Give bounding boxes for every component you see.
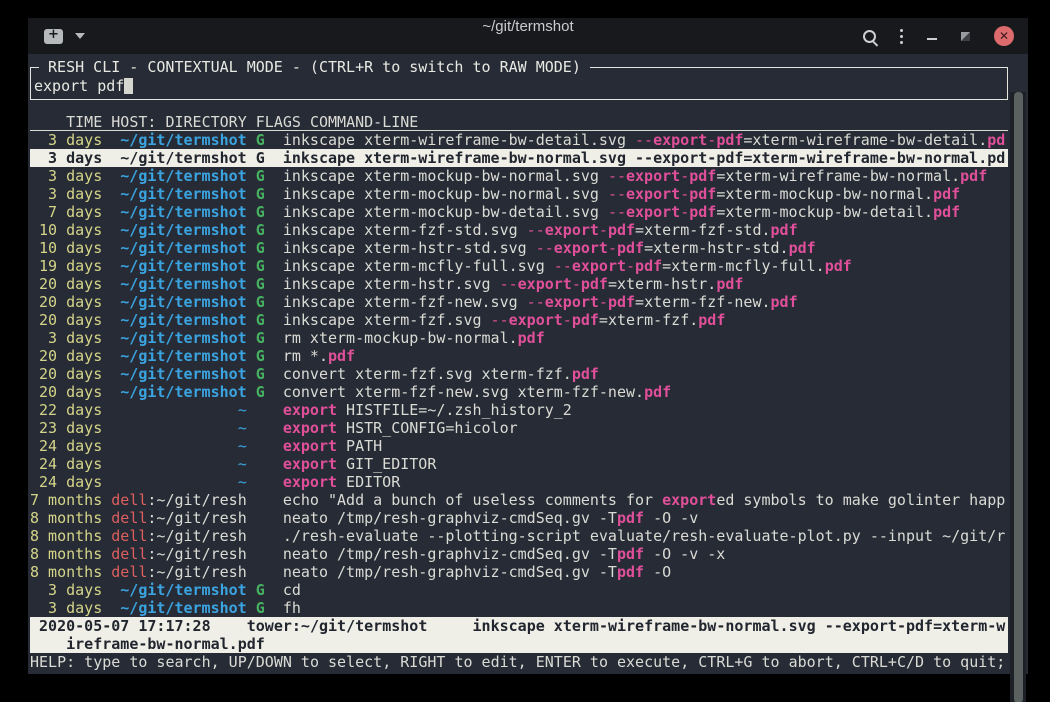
history-row[interactable]: 8 months dell:~/git/resh neato /tmp/resh… <box>30 563 1008 581</box>
history-row[interactable]: 20 days ~/git/termshot G inkscape xterm-… <box>30 311 1008 329</box>
history-row[interactable]: 10 days ~/git/termshot G inkscape xterm-… <box>30 221 1008 239</box>
resh-mode-title: RESH CLI - CONTEXTUAL MODE - (CTRL+R to … <box>39 58 590 76</box>
restore-icon[interactable] <box>961 32 970 41</box>
history-row[interactable]: 20 days ~/git/termshot G rm *.pdf <box>30 347 1008 365</box>
history-row[interactable]: 3 days ~/git/termshot G fh <box>30 599 1008 617</box>
history-row[interactable]: 20 days ~/git/termshot G convert xterm-f… <box>30 365 1008 383</box>
history-row[interactable]: 20 days ~/git/termshot G convert xterm-f… <box>30 383 1008 401</box>
terminal-content: RESH CLI - CONTEXTUAL MODE - (CTRL+R to … <box>28 54 1028 674</box>
screenshot-stage: ~/git/termshot ✕ RESH CLI - CONTEXTUAL M… <box>0 0 1050 702</box>
history-table-header: TIME HOST: DIRECTORY FLAGS COMMAND-LINE <box>30 113 1008 131</box>
history-row[interactable]: 24 days ~ export GIT_EDITOR <box>30 455 1008 473</box>
history-rows: 3 days ~/git/termshot G inkscape xterm-w… <box>30 131 1008 617</box>
window-titlebar: ~/git/termshot ✕ <box>28 18 1028 54</box>
history-row[interactable]: 3 days ~/git/termshot G inkscape xterm-m… <box>30 167 1008 185</box>
history-row[interactable]: 3 days ~/git/termshot G inkscape xterm-w… <box>30 131 1008 149</box>
resh-search-box: RESH CLI - CONTEXTUAL MODE - (CTRL+R to … <box>30 67 1008 100</box>
history-row[interactable]: 20 days ~/git/termshot G inkscape xterm-… <box>30 293 1008 311</box>
history-row[interactable]: 24 days ~ export PATH <box>30 437 1008 455</box>
history-row[interactable]: 8 months dell:~/git/resh neato /tmp/resh… <box>30 509 1008 527</box>
minimize-icon[interactable] <box>927 38 937 40</box>
history-row[interactable]: 22 days ~ export HISTFILE=~/.zsh_history… <box>30 401 1008 419</box>
search-query-input[interactable]: export pdf <box>34 77 133 95</box>
scrollbar-thumb[interactable] <box>1014 92 1023 702</box>
close-icon[interactable]: ✕ <box>994 26 1014 46</box>
history-row[interactable]: 10 days ~/git/termshot G inkscape xterm-… <box>30 239 1008 257</box>
history-row[interactable]: 7 months dell:~/git/resh echo "Add a bun… <box>30 491 1008 509</box>
kebab-menu-icon[interactable] <box>900 29 903 44</box>
history-row[interactable]: 3 days ~/git/termshot G inkscape xterm-w… <box>30 149 1008 167</box>
selected-entry-statusbar: 2020-05-07 17:17:28 tower:~/git/termshot… <box>30 617 1008 653</box>
history-row[interactable]: 3 days ~/git/termshot G rm xterm-mockup-… <box>30 329 1008 347</box>
history-row[interactable]: 7 days ~/git/termshot G inkscape xterm-m… <box>30 203 1008 221</box>
search-icon[interactable] <box>863 30 876 43</box>
statusbar-line1: 2020-05-07 17:17:28 tower:~/git/termshot… <box>30 617 1008 635</box>
search-query-text: export pdf <box>34 77 124 95</box>
text-cursor <box>124 78 133 94</box>
history-row[interactable]: 24 days ~ export EDITOR <box>30 473 1008 491</box>
history-row[interactable]: 8 months dell:~/git/resh neato /tmp/resh… <box>30 545 1008 563</box>
history-row[interactable]: 3 days ~/git/termshot G cd <box>30 581 1008 599</box>
history-row[interactable]: 19 days ~/git/termshot G inkscape xterm-… <box>30 257 1008 275</box>
history-row[interactable]: 20 days ~/git/termshot G inkscape xterm-… <box>30 275 1008 293</box>
history-row[interactable]: 23 days ~ export HSTR_CONFIG=hicolor <box>30 419 1008 437</box>
help-line: HELP: type to search, UP/DOWN to select,… <box>30 653 1008 671</box>
terminal-window: ~/git/termshot ✕ RESH CLI - CONTEXTUAL M… <box>28 18 1028 674</box>
statusbar-line2: ireframe-bw-normal.pdf <box>30 635 1008 653</box>
history-row[interactable]: 8 months dell:~/git/resh ./resh-evaluate… <box>30 527 1008 545</box>
history-row[interactable]: 3 days ~/git/termshot G inkscape xterm-m… <box>30 185 1008 203</box>
